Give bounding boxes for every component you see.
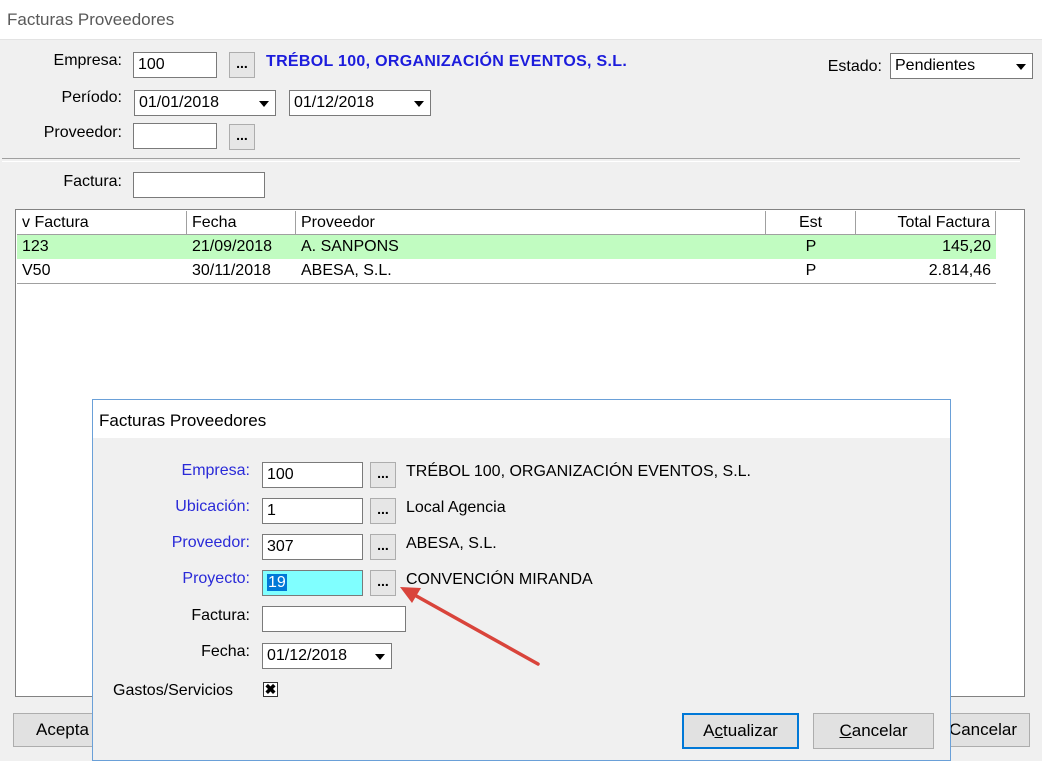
cell-proveedor: A. SANPONS xyxy=(301,238,399,255)
column-header-fecha[interactable]: Fecha xyxy=(187,211,296,235)
factura-filter-label: Factura: xyxy=(63,173,122,190)
dialog-proyecto-label: Proyecto: xyxy=(182,570,250,587)
cell-total: 145,20 xyxy=(942,238,991,255)
actualizar-label-rest: tualizar xyxy=(723,721,778,740)
column-header-est[interactable]: Est xyxy=(766,211,856,235)
periodo-to-select[interactable]: 01/12/2018 xyxy=(289,90,431,116)
column-header-factura[interactable]: v Factura xyxy=(17,211,187,235)
cell-est: P xyxy=(805,238,817,255)
dialog-gastos-label: Gastos/Servicios xyxy=(113,682,234,699)
proveedor-lookup-button[interactable]: ... xyxy=(229,124,255,150)
empresa-input[interactable]: 100 xyxy=(133,52,217,78)
table-row[interactable]: V50 30/11/2018 ABESA, S.L. P 2.814,46 xyxy=(17,259,996,284)
dialog-factura-input[interactable] xyxy=(262,606,406,632)
dialog-proyecto-input[interactable]: 19 xyxy=(262,570,363,596)
cell-total: 2.814,46 xyxy=(928,262,991,279)
periodo-label: Período: xyxy=(61,89,122,106)
dialog-ubicacion-lookup-button[interactable]: ... xyxy=(370,498,396,524)
dialog-empresa-label: Empresa: xyxy=(181,462,250,479)
dialog-title: Facturas Proveedores xyxy=(99,411,267,430)
window-title: Facturas Proveedores xyxy=(7,10,175,29)
dialog-proveedor-lookup-button[interactable]: ... xyxy=(370,534,396,560)
factura-filter-input[interactable] xyxy=(133,172,265,198)
annotation-arrow-icon xyxy=(400,587,540,666)
dialog-empresa-input[interactable]: 100 xyxy=(262,462,363,488)
dialog-proveedor-label: Proveedor: xyxy=(171,534,250,551)
estado-select-value: Pendientes xyxy=(895,57,976,74)
proveedor-label: Proveedor: xyxy=(43,124,122,141)
empresa-name: TRÉBOL 100, ORGANIZACIÓN EVENTOS, S.L. xyxy=(266,53,628,70)
cell-fecha: 21/09/2018 xyxy=(192,238,273,255)
dialog-ubicacion-input[interactable]: 1 xyxy=(262,498,363,524)
dialog-empresa-lookup-button[interactable]: ... xyxy=(370,462,396,488)
chevron-down-icon[interactable] xyxy=(1011,55,1031,77)
dialog-fecha-label: Fecha: xyxy=(201,643,250,660)
estado-select[interactable]: Pendientes xyxy=(890,53,1033,79)
cancelar-label-accel: C xyxy=(839,721,852,740)
cell-proveedor: ABESA, S.L. xyxy=(301,262,392,279)
window-titlebar: Facturas Proveedores xyxy=(0,0,1042,40)
chevron-down-icon[interactable] xyxy=(409,92,429,114)
dialog-proveedor-input[interactable]: 307 xyxy=(262,534,363,560)
column-header-total[interactable]: Total Factura xyxy=(856,211,996,235)
periodo-from-select[interactable]: 01/01/2018 xyxy=(134,90,276,116)
table-row[interactable]: 123 21/09/2018 A. SANPONS P 145,20 xyxy=(17,235,996,259)
dialog-cancelar-button[interactable]: Cancelar xyxy=(813,713,934,749)
actualizar-button[interactable]: Actualizar xyxy=(682,713,799,749)
filter-separator xyxy=(2,158,1020,162)
dialog-fecha-value: 01/12/2018 xyxy=(267,647,348,664)
cell-fecha: 30/11/2018 xyxy=(192,262,271,279)
actualizar-label-a: A xyxy=(703,721,715,740)
chevron-down-icon[interactable] xyxy=(254,92,274,114)
dialog-proveedor-name: ABESA, S.L. xyxy=(406,535,497,552)
dialog-fecha-select[interactable]: 01/12/2018 xyxy=(262,643,392,669)
dialog-factura-label: Factura: xyxy=(191,607,250,624)
dialog-ubicacion-label: Ubicación: xyxy=(175,498,250,515)
periodo-to-value: 01/12/2018 xyxy=(294,94,375,111)
dialog-proyecto-lookup-button[interactable]: ... xyxy=(370,570,396,596)
proveedor-input[interactable] xyxy=(133,123,217,149)
estado-label: Estado: xyxy=(827,58,882,75)
dialog-proyecto-selected-value: 19 xyxy=(267,574,287,591)
column-header-proveedor[interactable]: Proveedor xyxy=(296,211,766,235)
dialog-gastos-checkbox[interactable]: ✖ xyxy=(263,682,278,697)
cell-factura: V50 xyxy=(22,262,51,279)
cell-est: P xyxy=(805,262,817,279)
actualizar-label-accel: c xyxy=(714,721,724,740)
dialog-ubicacion-name: Local Agencia xyxy=(406,499,506,516)
dialog-titlebar: Facturas Proveedores xyxy=(93,400,950,438)
cancelar-label-rest: ancelar xyxy=(851,721,908,740)
periodo-from-value: 01/01/2018 xyxy=(139,94,220,111)
empresa-label: Empresa: xyxy=(53,52,122,69)
dialog-empresa-name: TRÉBOL 100, ORGANIZACIÓN EVENTOS, S.L. xyxy=(406,463,751,480)
empresa-lookup-button[interactable]: ... xyxy=(229,52,255,78)
cell-factura: 123 xyxy=(22,238,49,255)
chevron-down-icon[interactable] xyxy=(370,645,390,667)
